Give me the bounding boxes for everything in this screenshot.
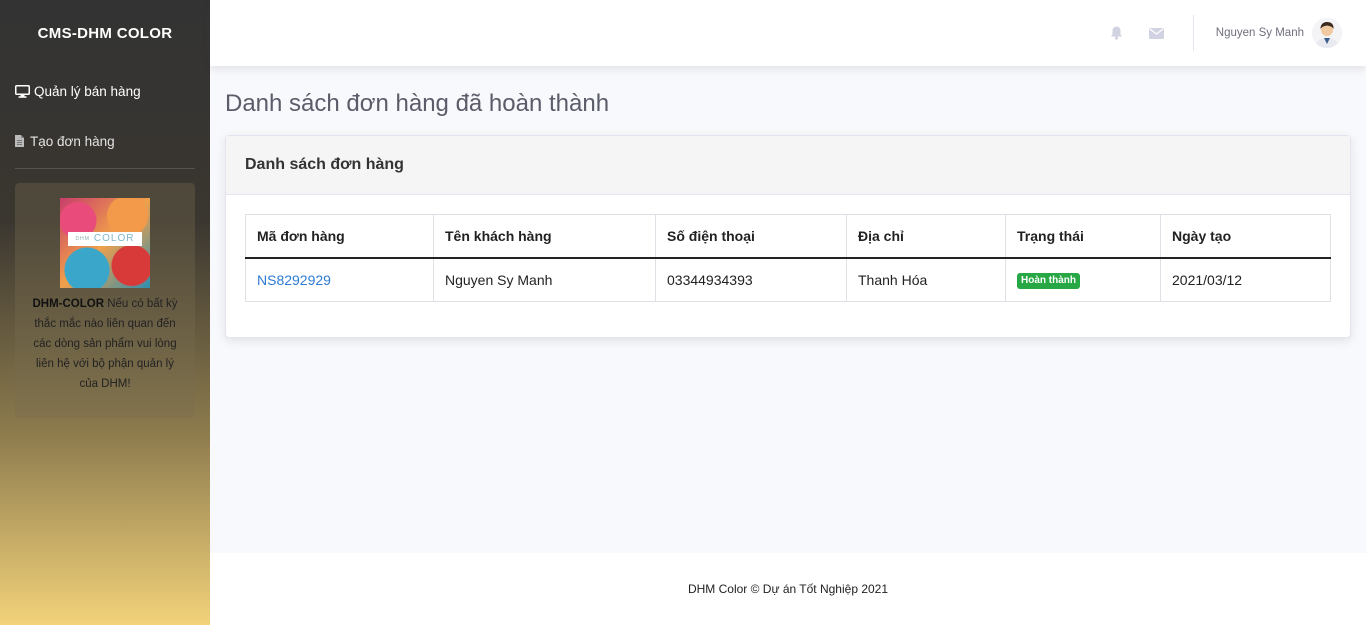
order-id-link[interactable]: NS8292929 [257, 272, 331, 288]
sidebar-item-create-order[interactable]: Tạo đơn hàng [0, 116, 210, 166]
table-header-row: Mã đơn hàng Tên khách hàng Số điện thoại… [245, 214, 1331, 259]
promo-brand: DHM-COLOR [32, 298, 105, 310]
sidebar-divider [15, 168, 195, 169]
orders-table: Mã đơn hàng Tên khách hàng Số điện thoại… [245, 214, 1331, 302]
promo-description: Nếu có bất kỳ thắc mắc nào liên quan đến… [33, 298, 178, 390]
envelope-icon[interactable] [1137, 27, 1177, 39]
user-name: Nguyen Sy Manh [1215, 27, 1304, 39]
column-header-phone: Số điện thoại [655, 214, 847, 259]
sidebar: CMS-DHM COLOR Quản lý bán hàng Tạo đơn h… [0, 0, 210, 625]
promo-text: DHM-COLOR Nếu có bất kỳ thắc mắc nào liê… [27, 294, 183, 394]
column-header-status: Trạng thái [1005, 214, 1161, 259]
footer: DHM Color © Dự án Tốt Nghiệp 2021 [210, 553, 1366, 625]
column-header-address: Địa chỉ [846, 214, 1006, 259]
column-header-order-id: Mã đơn hàng [245, 214, 434, 259]
promo-logo-text: DHM COLOR [68, 232, 142, 246]
cell-order-id: NS8292929 [245, 257, 434, 302]
column-header-created: Ngày tạo [1160, 214, 1331, 259]
user-menu[interactable]: Nguyen Sy Manh [1216, 18, 1342, 48]
promo-card: DHM COLOR DHM-COLOR Nếu có bất kỳ thắc m… [15, 183, 195, 418]
cell-created: 2021/03/12 [1160, 257, 1331, 302]
sidebar-item-label: Tạo đơn hàng [30, 133, 115, 149]
column-header-customer: Tên khách hàng [433, 214, 656, 259]
avatar [1312, 18, 1342, 48]
orders-card: Danh sách đơn hàng Mã đơn hàng Tên khách… [225, 135, 1351, 338]
cell-status: Hoàn thành [1005, 257, 1161, 302]
topbar-divider [1192, 15, 1194, 51]
sidebar-item-label: Quản lý bán hàng [34, 83, 141, 99]
file-icon [15, 135, 27, 147]
card-header: Danh sách đơn hàng [226, 136, 1350, 195]
cell-phone: 03344934393 [655, 257, 847, 302]
status-badge: Hoàn thành [1017, 273, 1080, 290]
footer-text: DHM Color © Dự án Tốt Nghiệp 2021 [687, 582, 889, 596]
cell-address: Thanh Hóa [846, 257, 1006, 302]
promo-logo-image: DHM COLOR [60, 198, 150, 288]
brand-title[interactable]: CMS-DHM COLOR [0, 0, 210, 66]
bell-icon[interactable] [1097, 26, 1137, 40]
sidebar-item-sales-management[interactable]: Quản lý bán hàng [0, 66, 210, 116]
monitor-icon [15, 84, 31, 98]
topbar: Nguyen Sy Manh [210, 0, 1366, 66]
cell-customer: Nguyen Sy Manh [433, 257, 656, 302]
table-row: NS8292929 Nguyen Sy Manh 03344934393 Tha… [245, 257, 1331, 302]
page-title: Danh sách đơn hàng đã hoàn thành [225, 90, 610, 117]
